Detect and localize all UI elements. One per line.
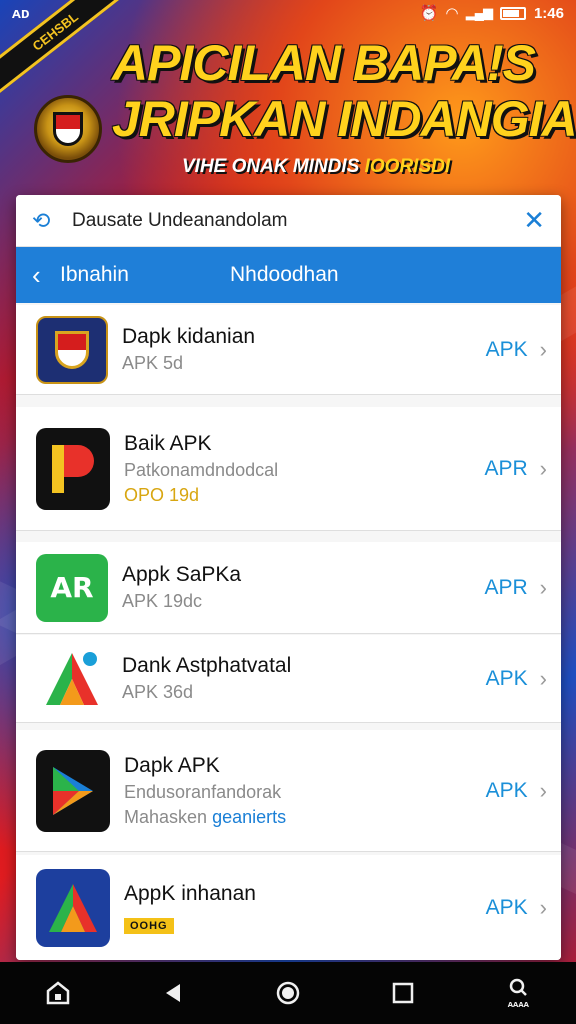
app-texts: AppK inhanan OOHG: [110, 882, 486, 934]
a-colorful-app-icon: [36, 645, 108, 713]
app-name: Dank Astphatvatal: [122, 654, 292, 677]
home-circle-icon: [276, 981, 300, 1005]
app-list-dialog: ⟲ Dausate Undeanandolam ✕ ‹ Ibnahin Nhdo…: [16, 195, 561, 960]
search-nav-icon: [510, 978, 528, 996]
list-item[interactable]: Baik APK Patkonamdndodcal OPO 19d APR ›: [16, 407, 561, 531]
app-name: Baik APK: [124, 431, 212, 455]
app-name: Dapk APK: [124, 753, 220, 777]
p-app-icon: [36, 427, 110, 510]
apk-download-link[interactable]: APK: [486, 779, 528, 803]
battery-icon: [499, 6, 526, 20]
recents-square-icon: [392, 982, 414, 1004]
app-name: Dapk kidanian: [122, 325, 256, 348]
ar-logo-text: AR: [50, 571, 94, 604]
app-name: Appk SaPKa: [122, 563, 242, 586]
signal-icon: ▂▄▆: [465, 5, 493, 20]
status-left-text: ᴀᴅ: [12, 4, 30, 22]
banner-subtitle-white: VIHE ONAK MINDIS: [182, 156, 365, 177]
chevron-right-icon: ›: [539, 665, 547, 691]
app-texts: Dapk kidanian APK 5d: [108, 325, 486, 374]
app-texts: Baik APK Patkonamdndodcal OPO 19d: [110, 432, 484, 506]
back-button[interactable]: Ibnahin: [60, 263, 230, 287]
app-subtitle-link[interactable]: geanierts: [212, 807, 286, 827]
nav-title: Nhdoodhan: [230, 263, 339, 286]
a-logo-icon: [46, 651, 98, 705]
back-chevron-icon[interactable]: ‹: [32, 260, 60, 291]
chevron-right-icon: ›: [539, 777, 547, 803]
back-button-nav[interactable]: [143, 968, 203, 1018]
banner-subtitle-yellow: IOORISDI: [364, 156, 451, 177]
app-subtitle-secondary: OPO 19d: [124, 484, 200, 505]
chevron-right-icon: ›: [539, 336, 547, 362]
search-nav-label: ᴀᴀᴀᴀ: [507, 998, 529, 1009]
app-subtitle: APK 36d: [122, 682, 194, 702]
app-subtitle: APK 5d: [122, 353, 184, 373]
list-item[interactable]: Dapk kidanian APK 5d APK ›: [16, 305, 561, 395]
list-item[interactable]: Dapk APK Endusoranfandorak Mahasken gean…: [16, 730, 561, 852]
search-bar: ⟲ Dausate Undeanandolam ✕: [16, 195, 561, 247]
garuda-emblem-icon: [34, 95, 102, 163]
wifi-icon: ◠: [446, 5, 458, 22]
p-logo-icon: [52, 444, 94, 493]
app-name: AppK inhanan: [124, 881, 256, 905]
apk-download-link[interactable]: APK: [486, 896, 528, 920]
nav-bar: ‹ Ibnahin Nhdoodhan: [16, 247, 561, 303]
chevron-right-icon: ›: [539, 455, 547, 481]
banner-title-line2: JRIPKAN INDANGIA!: [112, 91, 576, 147]
close-icon[interactable]: ✕: [515, 205, 545, 236]
status-time: 1:46: [533, 4, 564, 22]
recents-button[interactable]: [373, 968, 433, 1018]
app-subtitle: Endusoranfandorak: [124, 781, 282, 802]
system-nav-bar: ᴀᴀᴀᴀ: [0, 962, 576, 1024]
chevron-right-icon: ›: [539, 574, 547, 600]
app-subtitle: Patkonamdndodcal: [124, 459, 279, 480]
app-subtitle-secondary: Mahasken geanierts: [124, 807, 486, 828]
banner-title-line1: APICILAN BAPA!S: [112, 35, 536, 91]
apk-download-link[interactable]: APR: [484, 457, 527, 481]
list-item[interactable]: AR Appk SaPKa APK 19dc APR ›: [16, 542, 561, 634]
home-button[interactable]: [258, 968, 318, 1018]
search-nav-button[interactable]: ᴀᴀᴀᴀ: [488, 968, 548, 1018]
alarm-icon: ⏰: [419, 5, 439, 22]
emblem-app-icon: [36, 315, 108, 384]
list-item[interactable]: AppK inhanan OOHG APK ›: [16, 855, 561, 960]
search-icon[interactable]: ⟲: [32, 208, 72, 234]
status-icons: ⏰ ◠ ▂▄▆ 1:46: [419, 4, 564, 23]
app-subtitle-gray: Mahasken: [124, 806, 213, 827]
ar-app-icon: AR: [36, 553, 108, 622]
shield-icon: [55, 330, 89, 369]
app-texts: Dank Astphatvatal APK 36d: [108, 654, 486, 703]
app-texts: Dapk APK Endusoranfandorak Mahasken gean…: [110, 754, 486, 828]
search-input[interactable]: Dausate Undeanandolam: [72, 210, 515, 232]
chevron-right-icon: ›: [539, 894, 547, 920]
play-app-icon: [36, 749, 110, 832]
home-icon: [46, 981, 69, 1005]
app-subtitle: APK 19dc: [122, 591, 203, 611]
apk-download-link[interactable]: APK: [486, 667, 528, 691]
home-lock-button[interactable]: [28, 968, 88, 1018]
a-blue-logo-icon: [49, 883, 97, 932]
app-texts: Appk SaPKa APK 19dc: [108, 563, 484, 612]
banner-subtitle: VIHE ONAK MINDIS IOORISDI: [182, 156, 450, 178]
a-blue-app-icon: [36, 868, 110, 947]
emblem-shield-icon: [53, 112, 83, 146]
back-triangle-icon: [165, 984, 180, 1002]
apk-download-link[interactable]: APR: [484, 576, 527, 600]
apk-download-link[interactable]: APK: [486, 338, 528, 362]
rating-badge: OOHG: [124, 917, 174, 934]
list-item[interactable]: Dank Astphatvatal APK 36d APK ›: [16, 635, 561, 723]
play-logo-icon: [53, 766, 93, 815]
